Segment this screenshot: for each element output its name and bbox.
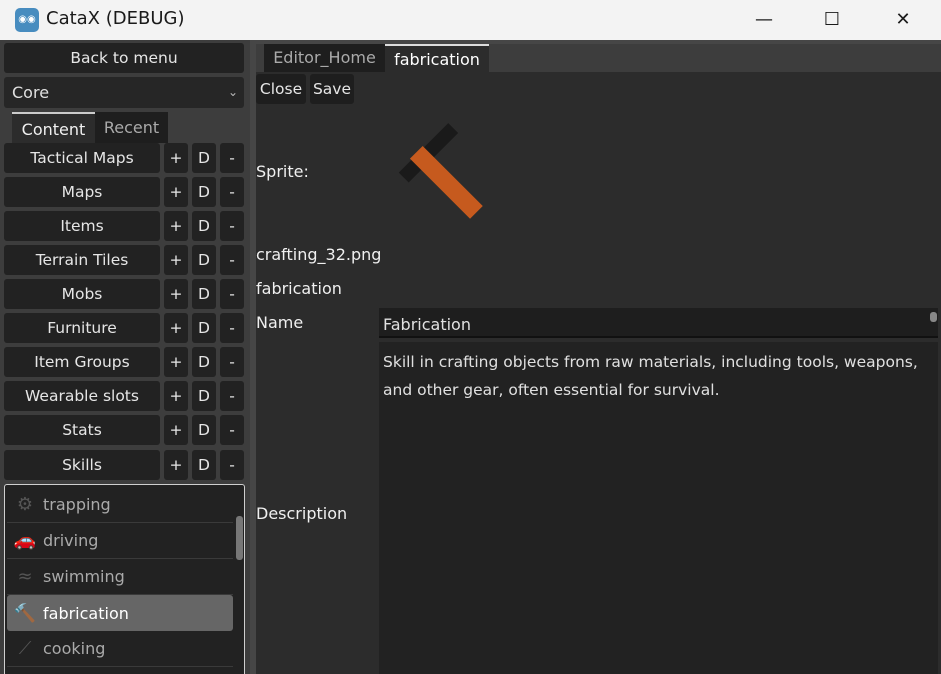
list-item[interactable]: 🚗 driving xyxy=(7,523,233,559)
category-item-groups-button[interactable]: Item Groups xyxy=(4,347,160,377)
category-tactical-maps-button[interactable]: Tactical Maps xyxy=(4,143,160,173)
duplicate-button[interactable]: D xyxy=(192,347,216,377)
name-scroll-handle[interactable] xyxy=(930,312,937,322)
remove-button[interactable]: - xyxy=(220,143,244,173)
car-icon: 🚗 xyxy=(13,530,37,551)
add-button[interactable]: + xyxy=(164,313,188,343)
duplicate-button[interactable]: D xyxy=(192,313,216,343)
category-mobs-button[interactable]: Mobs xyxy=(4,279,160,309)
save-button[interactable]: Save xyxy=(310,74,354,104)
category-wearable-slots-button[interactable]: Wearable slots xyxy=(4,381,160,411)
scrollbar[interactable] xyxy=(236,516,243,560)
category-items-button[interactable]: Items xyxy=(4,211,160,241)
duplicate-button[interactable]: D xyxy=(192,450,216,480)
remove-button[interactable]: - xyxy=(220,381,244,411)
name-label: Name xyxy=(256,313,304,332)
godot-icon: ◉◉ xyxy=(15,8,39,32)
category-stats-button[interactable]: Stats xyxy=(4,415,160,445)
hammer-icon xyxy=(398,123,483,219)
duplicate-button[interactable]: D xyxy=(192,177,216,207)
duplicate-button[interactable]: D xyxy=(192,143,216,173)
list-item-label: swimming xyxy=(43,567,125,586)
spatula-icon: ⟋ xyxy=(18,638,32,659)
trap-icon: ⚙ xyxy=(16,494,34,515)
name-input[interactable]: Fabrication xyxy=(379,308,938,338)
hammer-icon: 🔨 xyxy=(13,602,37,624)
add-button[interactable]: + xyxy=(164,381,188,411)
list-item[interactable]: ⟋ cooking xyxy=(7,631,233,667)
list-item[interactable]: 🔨 fabrication xyxy=(7,595,233,631)
add-button[interactable]: + xyxy=(164,245,188,275)
chevron-down-icon: ⌄ xyxy=(227,85,238,99)
list-item[interactable]: ⚙ trapping xyxy=(7,487,233,523)
tab-editor-home[interactable]: Editor_Home xyxy=(264,44,385,72)
swimmer-icon: ≈ xyxy=(17,566,33,587)
sprite-image[interactable] xyxy=(385,112,495,222)
remove-button[interactable]: - xyxy=(220,279,244,309)
duplicate-button[interactable]: D xyxy=(192,381,216,411)
list-item-label: cooking xyxy=(43,639,106,658)
duplicate-button[interactable]: D xyxy=(192,211,216,241)
add-button[interactable]: + xyxy=(164,211,188,241)
add-button[interactable]: + xyxy=(164,347,188,377)
description-label: Description xyxy=(256,504,348,523)
category-skills-button[interactable]: Skills xyxy=(4,450,160,480)
duplicate-button[interactable]: D xyxy=(192,415,216,445)
mod-dropdown[interactable]: Core ⌄ xyxy=(4,77,244,108)
category-terrain-tiles-button[interactable]: Terrain Tiles xyxy=(4,245,160,275)
list-item-label: fabrication xyxy=(43,603,129,623)
description-textarea[interactable]: Skill in crafting objects from raw mater… xyxy=(379,342,938,674)
add-button[interactable]: + xyxy=(164,415,188,445)
tab-recent[interactable]: Recent xyxy=(95,112,168,143)
tab-fabrication[interactable]: fabrication xyxy=(385,44,489,72)
sprite-filename: crafting_32.png xyxy=(256,245,382,264)
close-button[interactable]: Close xyxy=(256,74,306,104)
add-button[interactable]: + xyxy=(164,143,188,173)
duplicate-button[interactable]: D xyxy=(192,245,216,275)
back-to-menu-button[interactable]: Back to menu xyxy=(4,43,244,73)
sprite-label: Sprite: xyxy=(256,162,309,181)
remove-button[interactable]: - xyxy=(220,177,244,207)
remove-button[interactable]: - xyxy=(220,450,244,480)
list-item-label: driving xyxy=(43,531,99,550)
category-maps-button[interactable]: Maps xyxy=(4,177,160,207)
dropdown-value: Core xyxy=(12,83,50,102)
category-furniture-button[interactable]: Furniture xyxy=(4,313,160,343)
list-item-label: trapping xyxy=(43,495,111,514)
duplicate-button[interactable]: D xyxy=(192,279,216,309)
remove-button[interactable]: - xyxy=(220,415,244,445)
minimize-button[interactable]: — xyxy=(741,6,787,34)
window-title: CataX (DEBUG) xyxy=(46,8,185,29)
skills-list[interactable]: ⚙ trapping 🚗 driving ≈ swimming 🔨 fabric… xyxy=(4,484,245,674)
title-bar: ◉◉ CataX (DEBUG) — ☐ ✕ xyxy=(0,0,941,40)
remove-button[interactable]: - xyxy=(220,245,244,275)
list-item[interactable]: ≈ swimming xyxy=(7,559,233,595)
remove-button[interactable]: - xyxy=(220,211,244,241)
remove-button[interactable]: - xyxy=(220,313,244,343)
tab-content[interactable]: Content xyxy=(12,112,95,143)
add-button[interactable]: + xyxy=(164,279,188,309)
close-window-button[interactable]: ✕ xyxy=(880,6,926,34)
add-button[interactable]: + xyxy=(164,177,188,207)
skill-id: fabrication xyxy=(256,279,342,298)
add-button[interactable]: + xyxy=(164,450,188,480)
remove-button[interactable]: - xyxy=(220,347,244,377)
maximize-button[interactable]: ☐ xyxy=(809,6,855,34)
